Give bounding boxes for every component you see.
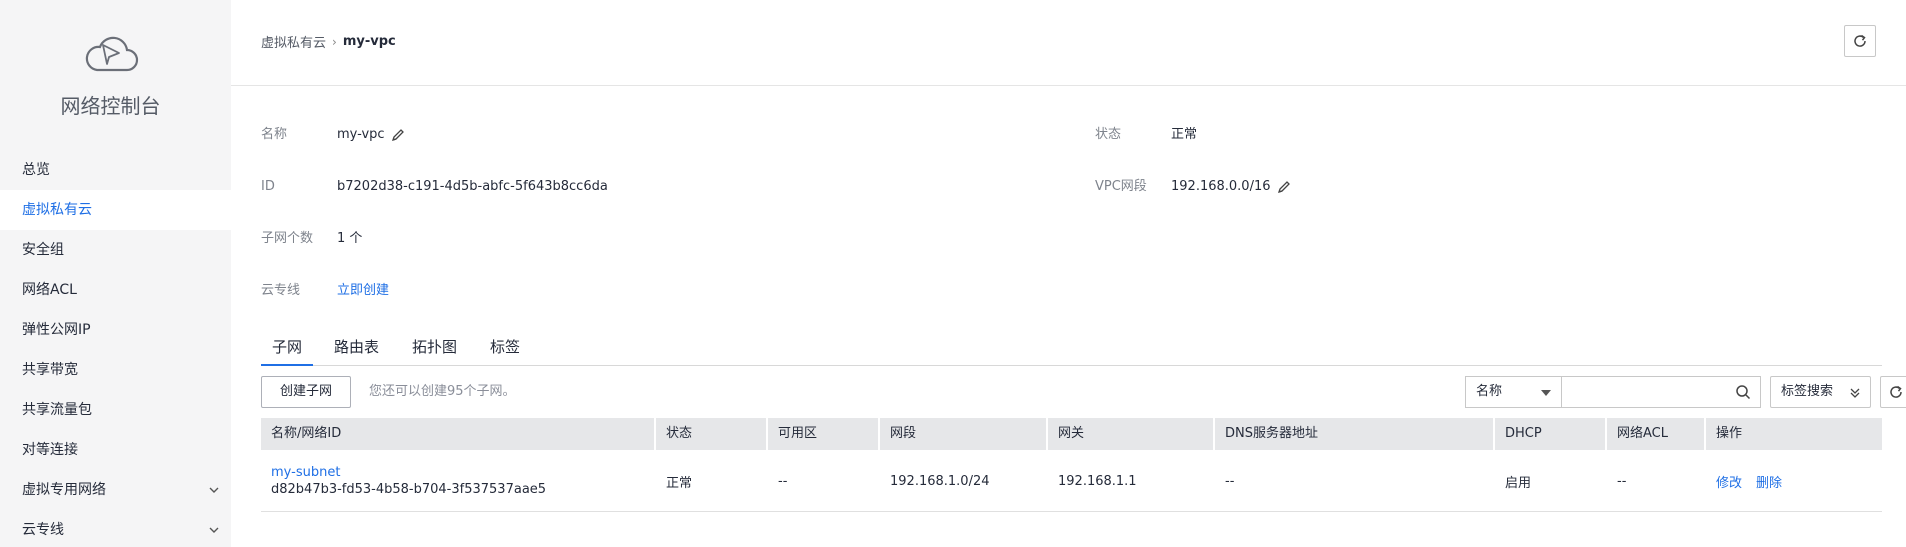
column-header: 状态	[656, 418, 768, 450]
cell-cidr: 192.168.1.0/24	[890, 473, 990, 489]
table-refresh-button[interactable]	[1880, 376, 1906, 408]
column-header: 名称/网络ID	[261, 418, 656, 450]
caret-down-icon	[1541, 390, 1551, 396]
tab-tags[interactable]: 标签	[490, 334, 520, 366]
sidebar-item-overview[interactable]: 总览	[0, 150, 231, 190]
refresh-icon	[1854, 34, 1866, 47]
column-header: 网段	[880, 418, 1048, 450]
cell-acl: --	[1617, 473, 1627, 489]
cell-dhcp: 启用	[1505, 475, 1532, 491]
search-input[interactable]	[1561, 376, 1761, 408]
cell-status: 正常	[666, 475, 693, 491]
search-field-select[interactable]: 名称	[1465, 376, 1561, 408]
delete-subnet-link[interactable]: 删除	[1756, 472, 1782, 491]
name-value: my-vpc	[337, 125, 405, 145]
cell-gateway: 192.168.1.1	[1058, 473, 1137, 489]
chevron-down-icon	[209, 527, 219, 533]
chevron-down-icon	[209, 487, 219, 493]
cloud-icon	[85, 36, 139, 72]
tab-subnets[interactable]: 子网	[261, 334, 313, 366]
subnet-toolbar: 创建子网 您还可以创建95个子网。 名称 标签搜索	[261, 376, 1906, 408]
sidebar-item-shared-data-package[interactable]: 共享流量包	[0, 390, 231, 430]
sidebar-item-direct-connect[interactable]: 云专线	[0, 510, 231, 547]
tab-route-tables[interactable]: 路由表	[334, 334, 379, 366]
sidebar-item-vpn[interactable]: 虚拟专用网络	[0, 470, 231, 510]
direct-connect-label: 云专线	[261, 283, 301, 298]
sidebar-item-label: 虚拟专用网络	[22, 482, 106, 498]
refresh-icon	[1890, 385, 1902, 398]
name-label: 名称	[261, 127, 288, 142]
breadcrumb-separator: ›	[332, 34, 337, 49]
sidebar-item-shared-bandwidth[interactable]: 共享带宽	[0, 350, 231, 390]
sidebar-item-eip[interactable]: 弹性公网IP	[0, 310, 231, 350]
column-header: DHCP	[1495, 418, 1607, 450]
app-root: 网络控制台 总览 虚拟私有云 安全组 网络ACL 弹性公网IP 共享带宽 共享流…	[0, 0, 1906, 547]
edit-icon[interactable]	[1277, 180, 1291, 194]
sidebar-item-label: 安全组	[22, 242, 64, 258]
quota-hint: 您还可以创建95个子网。	[369, 384, 516, 399]
modify-subnet-link[interactable]: 修改	[1716, 472, 1742, 491]
cell-az: --	[778, 473, 788, 489]
create-subnet-button[interactable]: 创建子网	[261, 376, 352, 408]
double-chevron-down-icon	[1850, 388, 1860, 398]
id-label: ID	[261, 179, 275, 194]
subnet-name-link[interactable]: my-subnet	[271, 465, 340, 480]
sidebar-item-label: 弹性公网IP	[22, 322, 91, 338]
status-label: 状态	[1095, 127, 1122, 142]
sidebar-item-label: 网络ACL	[22, 282, 77, 298]
edit-icon[interactable]	[391, 128, 405, 142]
breadcrumb-parent[interactable]: 虚拟私有云	[261, 32, 326, 51]
sidebar-item-network-acl[interactable]: 网络ACL	[0, 270, 231, 310]
page-header: 虚拟私有云 › my-vpc	[231, 0, 1906, 86]
cell-name-id: my-subnet d82b47b3-fd53-4b58-b704-3f5375…	[261, 450, 656, 512]
search-icon[interactable]	[1735, 384, 1751, 400]
create-direct-connect-link[interactable]: 立即创建	[337, 281, 389, 301]
name-text: my-vpc	[337, 127, 385, 142]
tab-topology[interactable]: 拓扑图	[412, 334, 457, 366]
sidebar-item-label: 对等连接	[22, 442, 78, 458]
column-header: DNS服务器地址	[1215, 418, 1495, 450]
main-content: 虚拟私有云 › my-vpc 名称 my-vpc 状态 正常 ID b7202d…	[231, 0, 1906, 547]
console-logo: 网络控制台	[0, 0, 231, 150]
column-header: 网关	[1048, 418, 1215, 450]
sidebar-item-vpc-peering[interactable]: 对等连接	[0, 430, 231, 470]
sidebar-item-label: 共享带宽	[22, 362, 78, 378]
search-field-selected: 名称	[1476, 384, 1503, 399]
cidr-label: VPC网段	[1095, 179, 1147, 194]
sidebar-item-label: 虚拟私有云	[22, 202, 92, 218]
cell-actions: 修改 删除	[1706, 450, 1882, 512]
table-header: 名称/网络ID 状态 可用区 网段 网关 DNS服务器地址 DHCP 网络ACL…	[261, 418, 1882, 450]
tag-search-button[interactable]: 标签搜索	[1770, 376, 1871, 408]
breadcrumb-current: my-vpc	[342, 34, 396, 49]
detail-tabs: 子网 路由表 拓扑图 标签	[261, 334, 1882, 366]
sidebar: 网络控制台 总览 虚拟私有云 安全组 网络ACL 弹性公网IP 共享带宽 共享流…	[0, 0, 231, 547]
column-header: 网络ACL	[1607, 418, 1706, 450]
breadcrumb: 虚拟私有云 › my-vpc	[261, 32, 396, 51]
column-header: 可用区	[768, 418, 880, 450]
sidebar-item-vpc[interactable]: 虚拟私有云	[0, 190, 231, 230]
sidebar-nav: 总览 虚拟私有云 安全组 网络ACL 弹性公网IP 共享带宽 共享流量包 对等连…	[0, 150, 231, 547]
sidebar-item-label: 总览	[22, 162, 50, 178]
refresh-button[interactable]	[1844, 25, 1876, 57]
sidebar-item-label: 云专线	[22, 522, 64, 538]
subnet-id: d82b47b3-fd53-4b58-b704-3f537537aae5	[271, 482, 547, 497]
cell-dns: --	[1225, 473, 1235, 489]
cidr-value: 192.168.0.0/16	[1171, 177, 1291, 197]
cidr-text: 192.168.0.0/16	[1171, 179, 1271, 194]
subnet-count-label: 子网个数	[261, 231, 314, 246]
console-title: 网络控制台	[60, 94, 161, 118]
sidebar-item-label: 共享流量包	[22, 402, 92, 418]
tag-search-label: 标签搜索	[1781, 384, 1834, 399]
column-header: 操作	[1716, 426, 1743, 441]
id-value: b7202d38-c191-4d5b-abfc-5f643b8cc6da	[337, 179, 608, 194]
subnet-count-value: 1 个	[337, 231, 363, 246]
sidebar-item-security-group[interactable]: 安全组	[0, 230, 231, 270]
status-value: 正常	[1171, 127, 1198, 142]
table-row: my-subnet d82b47b3-fd53-4b58-b704-3f5375…	[261, 450, 1882, 512]
